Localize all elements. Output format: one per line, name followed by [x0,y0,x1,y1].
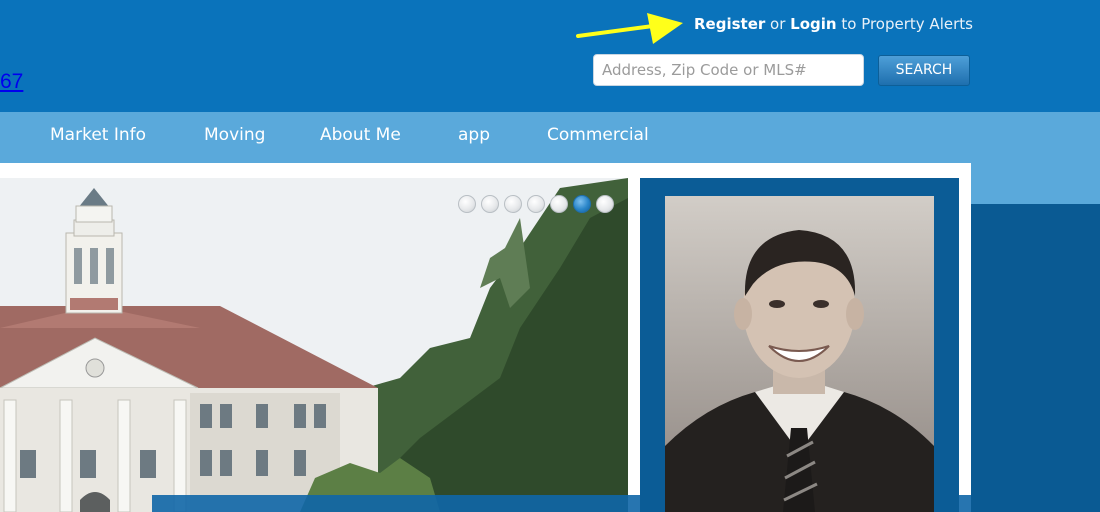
slider-dot-2[interactable] [481,195,499,213]
account-links: Register or Login to Property Alerts [694,15,973,33]
nav-item-commercial[interactable]: Commercial [547,125,649,145]
arrow-right-icon [576,13,683,44]
search-button[interactable]: SEARCH [878,55,970,86]
hero-slider[interactable] [0,178,628,512]
login-link[interactable]: Login [790,15,836,33]
slider-dot-7[interactable] [596,195,614,213]
nav-item-market-info[interactable]: Market Info [50,125,146,145]
slider-dot-1[interactable] [458,195,476,213]
nav-item-moving[interactable]: Moving [204,125,265,145]
agent-photo [665,196,934,512]
nav-item-about-me[interactable]: About Me [320,125,401,145]
right-background [971,204,1100,512]
hero-image [0,178,628,512]
account-suffix-text: to Property Alerts [836,15,973,33]
slider-dot-5[interactable] [550,195,568,213]
agent-portrait [665,196,934,512]
slider-dot-3[interactable] [504,195,522,213]
register-link[interactable]: Register [694,15,765,33]
slider-dot-6[interactable] [573,195,591,213]
nav-item-app[interactable]: app [458,125,490,145]
account-or-text: or [765,15,791,33]
search-input[interactable] [593,54,864,86]
slider-dot-4[interactable] [527,195,545,213]
phone-link[interactable]: 67 [0,70,23,94]
